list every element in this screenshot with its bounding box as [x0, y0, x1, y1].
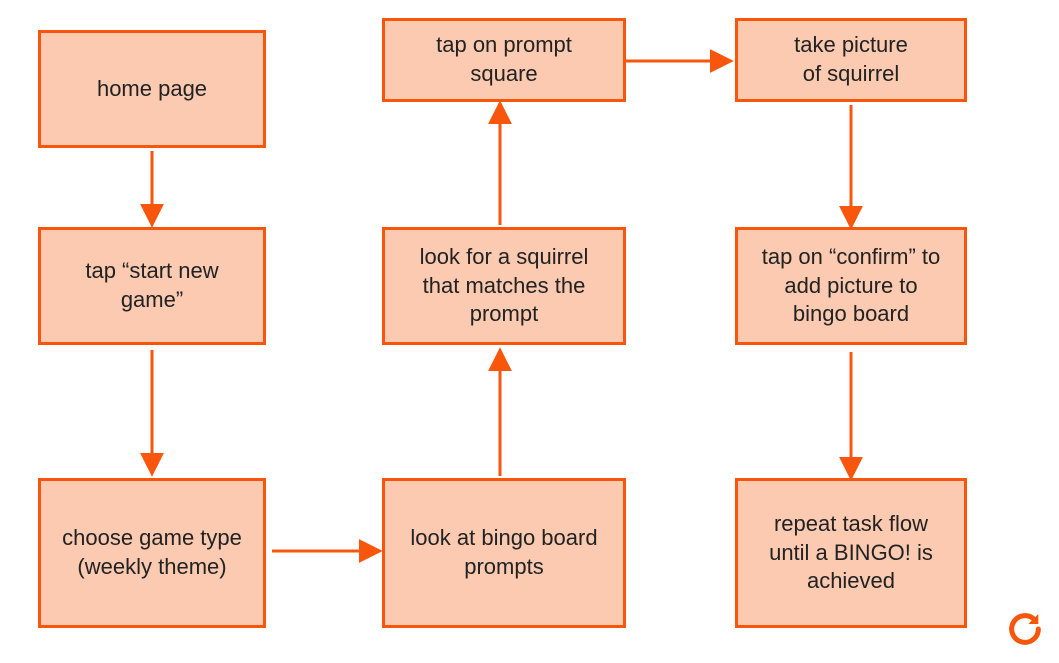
step-repeat-until-bingo: repeat task flow until a BINGO! is achie… — [735, 478, 967, 628]
step-tap-confirm: tap on “confirm” to add picture to bingo… — [735, 227, 967, 345]
step-label: repeat task flow until a BINGO! is achie… — [756, 510, 946, 596]
step-start-new-game: tap “start new game” — [38, 227, 266, 345]
step-label: choose game type (weekly theme) — [59, 524, 245, 581]
step-choose-game-type: choose game type (weekly theme) — [38, 478, 266, 628]
step-label: tap on “confirm” to add picture to bingo… — [756, 243, 946, 329]
step-label: take picture of squirrel — [756, 31, 946, 88]
step-look-for-squirrel: look for a squirrel that matches the pro… — [382, 227, 626, 345]
step-label: tap “start new game” — [59, 257, 245, 314]
step-look-at-board: look at bingo board prompts — [382, 478, 626, 628]
step-take-picture: take picture of squirrel — [735, 18, 967, 102]
step-label: look at bingo board prompts — [403, 524, 605, 581]
step-label: tap on prompt square — [403, 31, 605, 88]
step-label: look for a squirrel that matches the pro… — [403, 243, 605, 329]
step-tap-prompt-square: tap on prompt square — [382, 18, 626, 102]
reload-icon[interactable] — [1005, 609, 1045, 649]
step-home-page: home page — [38, 30, 266, 148]
step-label: home page — [97, 75, 207, 104]
